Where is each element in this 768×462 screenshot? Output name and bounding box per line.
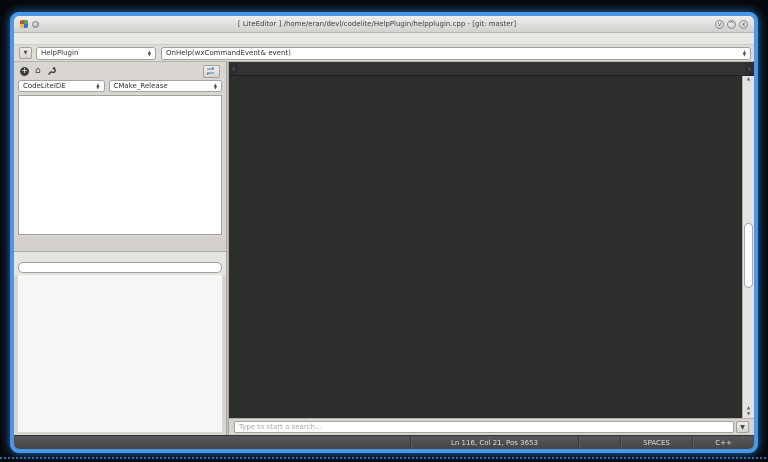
workspace-file-tree: [18, 95, 222, 235]
code-editor[interactable]: [229, 76, 742, 418]
build-config-combobox[interactable]: CMake_Release ▲▼: [109, 80, 223, 92]
window-title: [ LiteEditor ] /home/eran/devl/codelite/…: [39, 20, 715, 28]
editor-tabs: [238, 62, 745, 75]
scope-combobox-value: HelpPlugin: [41, 49, 78, 57]
status-dot-icon: [32, 21, 39, 28]
toolbar-row: ▼ HelpPlugin ▲▼ OnHelp(wxCommandEvent& e…: [14, 45, 754, 62]
language-mode-label[interactable]: C++: [692, 436, 754, 449]
spinner-icon: ▲▼: [92, 83, 99, 90]
find-input[interactable]: [234, 421, 734, 433]
scroll-down-icon[interactable]: ▼: [743, 412, 754, 417]
symbol-combobox-value: OnHelp(wxCommandEvent& event): [166, 49, 291, 57]
window-controls: v ^ x: [715, 20, 748, 29]
editor-pane: ‹ › ▲ ▲ ▼ ▼: [229, 62, 754, 435]
desktop-background: [ LiteEditor ] /home/eran/devl/codelite/…: [0, 0, 768, 462]
app-icon: [20, 20, 28, 28]
scope-combobox[interactable]: HelpPlugin ▲▼: [36, 47, 156, 60]
spinner-icon: ▲▼: [210, 83, 217, 90]
sidebar-bottom-tabs: [14, 237, 226, 252]
settings-wrench-icon[interactable]: [47, 67, 56, 76]
tab-scroll-right-icon[interactable]: ›: [745, 62, 754, 75]
workspace-combobox[interactable]: CodeLiteIDE ▲▼: [18, 80, 105, 92]
tab-overflow-button[interactable]: ▼: [19, 47, 32, 59]
statusbar: Ln 116, Col 21, Pos 3653 SPACES C++: [14, 435, 754, 449]
outline-tree: [18, 275, 222, 432]
cursor-position-label: Ln 116, Col 21, Pos 3653: [410, 436, 578, 449]
home-icon[interactable]: ⌂: [35, 67, 41, 76]
menubar: [14, 33, 754, 45]
outline-search-input[interactable]: [18, 262, 222, 273]
main-area: + ⌂ CodeLiteIDE ▲▼: [14, 62, 754, 435]
editor-vertical-scrollbar[interactable]: ▲ ▲ ▼: [742, 76, 754, 418]
statusbar-spacer: [578, 436, 620, 449]
spinner-icon: ▲▼: [739, 50, 746, 57]
sidebar-combos: CodeLiteIDE ▲▼ CMake_Release ▲▼: [14, 80, 226, 95]
build-config-combobox-value: CMake_Release: [114, 82, 168, 90]
outline-search-container: [14, 252, 226, 275]
find-history-dropdown-icon[interactable]: ▼: [736, 421, 749, 433]
editor-body: ▲ ▲ ▼: [229, 76, 754, 418]
scroll-up2-icon[interactable]: ▲: [743, 406, 754, 411]
editor-tabbar: ‹ ›: [229, 62, 754, 76]
scroll-up-icon[interactable]: ▲: [743, 77, 754, 82]
find-bar: ▼: [229, 418, 754, 435]
spinner-icon: ▲▼: [144, 50, 151, 57]
titlebar[interactable]: [ LiteEditor ] /home/eran/devl/codelite/…: [14, 16, 754, 33]
workspace-sidebar: + ⌂ CodeLiteIDE ▲▼: [14, 62, 226, 435]
link-editor-button[interactable]: [203, 65, 220, 78]
maximize-button[interactable]: ^: [727, 20, 736, 29]
codelite-window: [ LiteEditor ] /home/eran/devl/codelite/…: [10, 12, 758, 453]
tab-scroll-left-icon[interactable]: ‹: [229, 62, 238, 75]
close-button[interactable]: x: [739, 20, 748, 29]
whitespace-mode-label[interactable]: SPACES: [620, 436, 692, 449]
scrollbar-thumb[interactable]: [744, 223, 753, 288]
minimize-button[interactable]: v: [715, 20, 724, 29]
symbol-combobox[interactable]: OnHelp(wxCommandEvent& event) ▲▼: [161, 47, 751, 60]
sidebar-toolbar: + ⌂: [14, 62, 226, 80]
add-workspace-icon[interactable]: +: [20, 67, 29, 76]
workspace-combobox-value: CodeLiteIDE: [23, 82, 66, 90]
